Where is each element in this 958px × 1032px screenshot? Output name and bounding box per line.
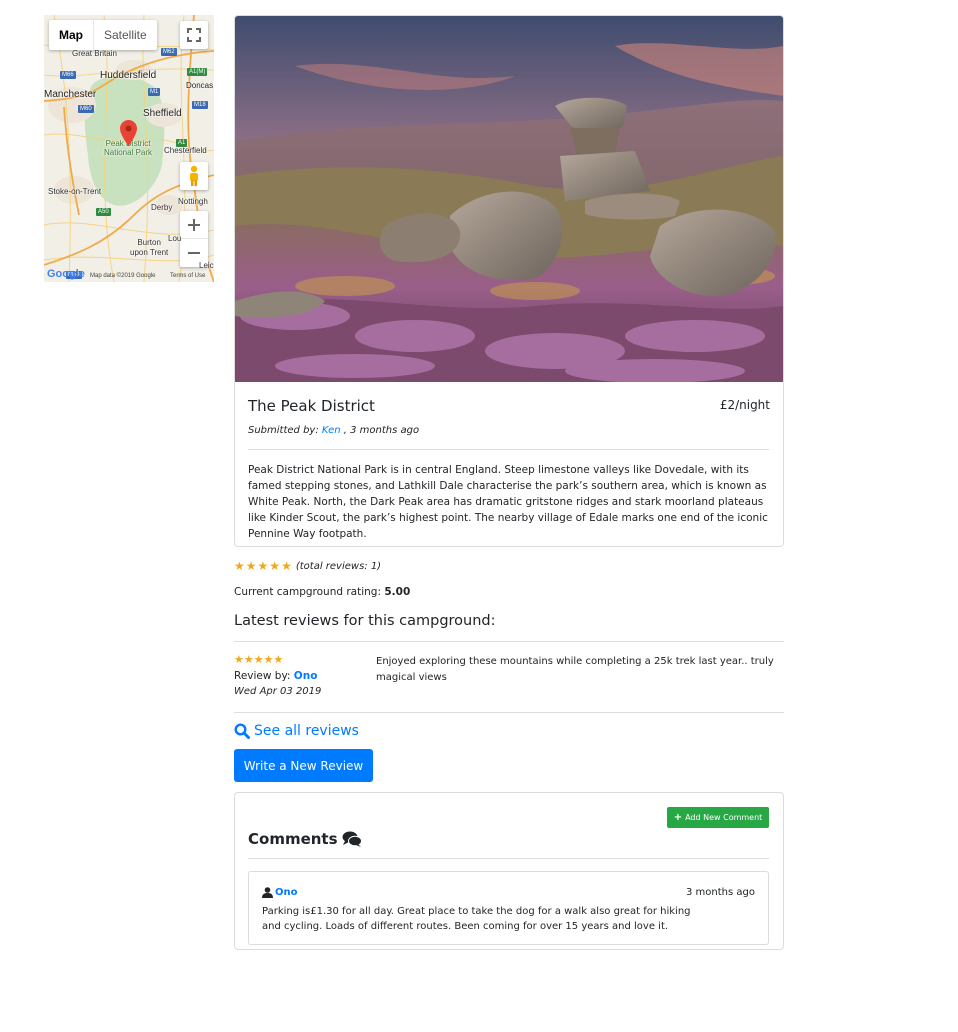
map-label-derby: Derby (151, 203, 173, 212)
fullscreen-icon (187, 28, 201, 42)
google-logo: Google (47, 268, 85, 280)
star-icon: ★ (234, 653, 244, 666)
campground-name: The Peak District (248, 397, 375, 415)
review-by-label: Review by: (234, 670, 294, 682)
star-icon: ★ (245, 559, 257, 573)
map-label-doncaster: Doncas (186, 81, 214, 90)
comment-time: 3 months ago (686, 887, 755, 898)
fullscreen-button[interactable] (180, 21, 208, 49)
current-rating: Current campground rating: 5.00 (234, 586, 410, 598)
road-shield-a1: A1 (176, 139, 188, 147)
comment-item: Ono 3 months ago Parking is£1.30 for all… (248, 871, 769, 945)
add-comment-label: Add New Comment (685, 813, 763, 822)
star-icon: ★ (234, 559, 245, 573)
zoom-out-icon (188, 252, 200, 254)
map-label-leicester: Leices (199, 261, 214, 270)
campground-image (235, 16, 783, 382)
reviews-divider-top (234, 641, 784, 642)
submitted-prefix: Submitted by: (248, 425, 322, 436)
star-icon: ★ (281, 559, 292, 573)
comments-icon (342, 831, 362, 847)
comments-divider (248, 858, 769, 859)
road-shield-a1m: A1(M) (187, 68, 208, 76)
review-stars: ★ ★ ★ ★ ★ (234, 653, 283, 666)
campground-description: Peak District National Park is in centra… (248, 464, 768, 540)
submitted-by: Submitted by: Ken , 3 months ago (248, 425, 419, 436)
map-label-manchester: Manchester (44, 89, 97, 100)
write-review-button[interactable]: Write a New Review (234, 749, 373, 782)
star-icon: ★ (257, 559, 269, 573)
review-date: Wed Apr 03 2019 (234, 686, 322, 697)
map-data-attribution: Map data ©2019 Google (90, 273, 156, 279)
road-shield-m18: M18 (192, 101, 208, 109)
map-label-burton: Burton upon Trent (130, 238, 169, 257)
comments-title: Comments (248, 830, 338, 848)
map-marker-icon[interactable] (120, 120, 137, 146)
current-rating-label: Current campground rating: (234, 586, 385, 598)
review-author-line: Review by: Ono (234, 670, 317, 682)
map-label-stoke: Stoke-on-Trent (48, 187, 102, 196)
see-all-reviews-label: See all reviews (254, 723, 359, 739)
comment-text: Parking is£1.30 for all day. Great place… (262, 906, 691, 932)
map-type-map[interactable]: Map (49, 20, 94, 50)
comment-author-link[interactable]: Ono (275, 887, 298, 898)
map-label-nottingham: Nottingh (178, 197, 208, 206)
map-label-huddersfield: Huddersfield (100, 70, 157, 81)
map-type-control: Map Satellite (49, 20, 157, 50)
author-link[interactable]: Ken (322, 425, 341, 436)
rating-summary: ★ ★ ★ ★ ★ (total reviews: 1) (234, 559, 381, 573)
zoom-in-icon (188, 218, 200, 231)
road-shield-m62: M62 (161, 48, 177, 56)
star-icon: ★ (273, 653, 284, 666)
road-shield-m60: M60 (78, 105, 94, 113)
comments-card: + Add New Comment Comments Ono 3 months … (234, 792, 784, 950)
total-reviews: (total reviews: 1) (295, 560, 382, 572)
campground-map[interactable]: Map Satellite Great Britain Huddersfield… (44, 15, 214, 282)
map-label-chesterfield: Chesterfield (164, 146, 207, 155)
reviews-heading: Latest reviews for this campground: (234, 613, 496, 629)
reviews-divider-bottom (234, 712, 784, 713)
review-text: Enjoyed exploring these mountains while … (376, 656, 774, 683)
user-icon (262, 887, 273, 898)
review-author-link[interactable]: Ono (294, 670, 318, 682)
street-view-button[interactable] (180, 162, 208, 190)
road-shield-m66: M66 (60, 71, 76, 79)
zoom-control (180, 211, 208, 267)
map-terms-link[interactable]: Terms of Use (170, 273, 205, 279)
star-icon: ★ (263, 653, 274, 666)
pegman-icon (190, 165, 198, 186)
plus-icon: + (673, 812, 683, 823)
road-shield-m1: M1 (148, 88, 161, 96)
card-divider (248, 449, 769, 450)
map-label-lough: Lou (168, 234, 182, 243)
star-icon: ★ (269, 559, 281, 573)
current-rating-value: 5.00 (384, 586, 411, 598)
map-footer: Google Map data ©2019 Google Terms of Us… (44, 268, 214, 282)
campground-price: £2/night (719, 398, 770, 412)
add-comment-button[interactable]: + Add New Comment (667, 807, 769, 828)
see-all-reviews-link[interactable]: See all reviews (234, 723, 359, 739)
zoom-in-button[interactable] (180, 211, 208, 239)
star-icon: ★ (253, 653, 264, 666)
campground-card: The Peak District £2/night Submitted by:… (234, 15, 784, 547)
map-type-satellite[interactable]: Satellite (94, 20, 157, 50)
map-label-sheffield: Sheffield (143, 108, 182, 119)
comments-heading: Comments (248, 830, 362, 848)
submitted-suffix: , 3 months ago (340, 425, 420, 436)
road-shield-a50: A50 (96, 208, 111, 216)
search-icon (234, 723, 250, 739)
comment-author: Ono (262, 887, 298, 898)
map-label-great-britain: Great Britain (72, 49, 117, 58)
star-icon: ★ (243, 653, 254, 666)
